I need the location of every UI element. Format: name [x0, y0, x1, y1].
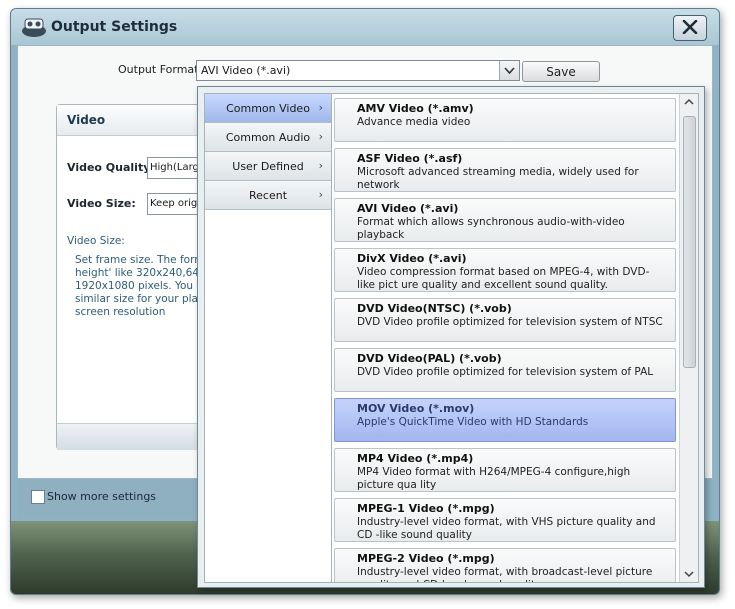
format-item-divx[interactable]: DivX Video (*.avi) Video compression for… [334, 248, 676, 292]
output-format-select[interactable]: AVI Video (*.avi) [196, 60, 520, 81]
category-common-video[interactable]: Common Video › [205, 94, 331, 123]
format-name: AMV Video (*.amv) [357, 102, 474, 115]
format-description: Industry-level video format, with broadc… [357, 566, 653, 582]
format-name: MP4 Video (*.mp4) [357, 452, 474, 465]
format-item-mp4[interactable]: MP4 Video (*.mp4) MP4 Video format with … [334, 448, 676, 492]
scroll-up-button[interactable] [680, 94, 698, 110]
chevron-right-icon: › [318, 159, 323, 172]
format-description: MP4 Video format with H264/MPEG-4 config… [357, 466, 631, 491]
format-item-asf[interactable]: ASF Video (*.asf) Microsoft advanced str… [334, 148, 676, 192]
format-name: MPEG-2 Video (*.mpg) [357, 552, 495, 565]
chevron-down-icon [504, 67, 515, 75]
format-description: Video compression format based on MPEG-4… [357, 266, 650, 291]
video-quality-label: Video Quality: [67, 161, 155, 174]
format-description: Microsoft advanced streaming media, wide… [357, 166, 639, 191]
format-name: DivX Video (*.avi) [357, 252, 467, 265]
format-description: Format which allows synchronous audio-wi… [357, 216, 625, 241]
film-reel-icon [21, 16, 47, 38]
video-size-label: Video Size: [67, 197, 136, 210]
category-user-defined[interactable]: User Defined › [205, 152, 331, 181]
title-bar[interactable]: Output Settings [11, 9, 719, 45]
format-description: Advance media video [357, 116, 471, 128]
format-name: AVI Video (*.avi) [357, 202, 459, 215]
scroll-thumb[interactable] [683, 116, 696, 368]
format-name: DVD Video(NTSC) (*.vob) [357, 302, 512, 315]
format-name: MOV Video (*.mov) [357, 402, 475, 415]
scroll-down-button[interactable] [680, 566, 698, 582]
format-item-dvd-pal[interactable]: DVD Video(PAL) (*.vob) DVD Video profile… [334, 348, 676, 392]
output-format-label: Output Format: [118, 63, 203, 76]
format-name: DVD Video(PAL) (*.vob) [357, 352, 502, 365]
output-format-value: AVI Video (*.avi) [201, 64, 291, 77]
show-more-checkbox[interactable] [31, 490, 45, 504]
format-list: AMV Video (*.amv) Advance media video AS… [331, 93, 699, 583]
format-item-dvd-ntsc[interactable]: DVD Video(NTSC) (*.vob) DVD Video profil… [334, 298, 676, 342]
format-description: DVD Video profile optimized for televisi… [357, 366, 654, 378]
category-common-audio[interactable]: Common Audio › [205, 123, 331, 152]
format-description: Apple's QuickTime Video with HD Standard… [357, 416, 589, 428]
chevron-right-icon: › [318, 188, 323, 201]
show-more-label[interactable]: Show more settings [47, 490, 156, 503]
video-panel-title: Video [67, 113, 106, 127]
format-item-mov[interactable]: MOV Video (*.mov) Apple's QuickTime Vide… [334, 398, 676, 442]
chevron-up-icon [684, 98, 694, 105]
format-description: Industry-level video format, with VHS pi… [357, 516, 656, 541]
window-title: Output Settings [51, 19, 178, 35]
chevron-right-icon: › [318, 101, 323, 114]
format-name: MPEG-1 Video (*.mpg) [357, 502, 495, 515]
format-item-mpeg1[interactable]: MPEG-1 Video (*.mpg) Industry-level vide… [334, 498, 676, 542]
save-button[interactable]: Save [522, 61, 600, 82]
chevron-down-icon [684, 571, 694, 578]
format-item-avi[interactable]: AVI Video (*.avi) Format which allows sy… [334, 198, 676, 242]
format-item-mpeg2[interactable]: MPEG-2 Video (*.mpg) Industry-level vide… [334, 548, 676, 582]
format-description: DVD Video profile optimized for televisi… [357, 316, 663, 328]
category-recent[interactable]: Recent › [205, 181, 331, 210]
format-picker-popup: Common Video › Common Audio › User Defin… [197, 86, 705, 588]
dropdown-button[interactable] [499, 61, 519, 80]
video-size-value: Keep origi [150, 198, 201, 209]
chevron-right-icon: › [318, 130, 323, 143]
close-button[interactable] [673, 15, 707, 41]
close-icon [682, 20, 698, 34]
video-size-help-title: Video Size: [67, 235, 125, 247]
format-item-amv[interactable]: AMV Video (*.amv) Advance media video [334, 98, 676, 142]
format-list-scrollbar[interactable] [679, 94, 698, 582]
category-list: Common Video › Common Audio › User Defin… [204, 93, 332, 583]
format-name: ASF Video (*.asf) [357, 152, 463, 165]
